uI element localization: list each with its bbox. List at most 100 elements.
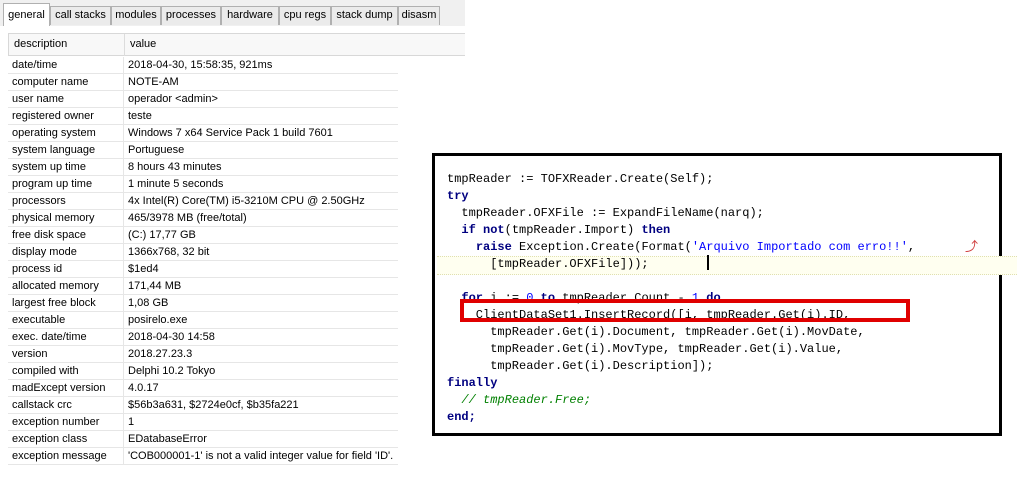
table-row[interactable]: operating system Windows 7 x64 Service Pa… <box>8 125 398 142</box>
table-row[interactable]: compiled with Delphi 10.2 Tokyo <box>8 363 398 380</box>
table-row[interactable]: largest free block 1,08 GB <box>8 295 398 312</box>
general-panel: description value date/time 2018-04-30, 1… <box>0 26 465 480</box>
row-description: physical memory <box>12 212 95 224</box>
code-line-14: // tmpReader.Free; <box>461 393 592 407</box>
table-row[interactable]: registered owner teste <box>8 108 398 125</box>
code-line-10: tmpReader.Get(i).Document, tmpReader.Get… <box>447 325 865 339</box>
table-row[interactable]: callstack crc $56b3a631, $2724e0cf, $b35f… <box>8 397 398 414</box>
row-description: user name <box>12 93 64 105</box>
table-row[interactable]: program up time 1 minute 5 seconds <box>8 176 398 193</box>
code-line-2: try <box>447 189 469 203</box>
row-value: Delphi 10.2 Tokyo <box>128 365 216 377</box>
row-description: largest free block <box>12 297 96 309</box>
row-value: 171,44 MB <box>128 280 182 292</box>
row-description: process id <box>12 263 63 275</box>
grid-header: description value <box>8 33 465 56</box>
tab-stack-dump[interactable]: stack dump <box>331 6 398 25</box>
code-line-13: finally <box>447 376 498 390</box>
row-value: 1,08 GB <box>128 297 169 309</box>
row-value: Windows 7 x64 Service Pack 1 build 7601 <box>128 127 333 139</box>
row-value: 4x Intel(R) Core(TM) i5-3210M CPU @ 2.50… <box>128 195 365 207</box>
row-description: version <box>12 348 48 360</box>
row-description: processors <box>12 195 66 207</box>
column-header-description[interactable]: description <box>14 38 67 50</box>
tab-modules[interactable]: modules <box>111 6 161 25</box>
table-row[interactable]: exception number 1 <box>8 414 398 431</box>
info-grid: description value date/time 2018-04-30, 1… <box>8 33 465 465</box>
table-row[interactable]: allocated memory 171,44 MB <box>8 278 398 295</box>
row-description: display mode <box>12 246 77 258</box>
table-row[interactable]: executable posirelo.exe <box>8 312 398 329</box>
column-header-value[interactable]: value <box>130 38 156 50</box>
row-description: compiled with <box>12 365 79 377</box>
row-description: system language <box>12 144 96 156</box>
table-row[interactable]: computer name NOTE-AM <box>8 74 398 91</box>
row-value: 2018.27.23.3 <box>128 348 193 360</box>
tab-disasm[interactable]: disasm <box>398 6 440 25</box>
code-line-3: tmpReader.OFXFile := ExpandFileName(narq… <box>447 206 764 220</box>
table-row[interactable]: process id $1ed4 <box>8 261 398 278</box>
row-value: NOTE-AM <box>128 76 179 88</box>
row-value: 1 <box>128 416 135 428</box>
code-line-5: raise Exception.Create(Format('Arquivo I… <box>475 240 916 254</box>
tab-general[interactable]: general <box>3 3 50 26</box>
tab-strip: general call stacks modules processes ha… <box>0 0 465 27</box>
code-line-12: tmpReader.Get(i).Description]); <box>447 359 714 373</box>
row-value: $56b3a631, $2724e0cf, $b35fa221 <box>128 399 299 411</box>
column-divider <box>123 57 124 465</box>
row-description: program up time <box>12 178 93 190</box>
row-value: 1366x768, 32 bit <box>128 246 210 258</box>
row-description: exception class <box>12 433 88 445</box>
row-description: allocated memory <box>12 280 99 292</box>
table-row[interactable]: physical memory 465/3978 MB (free/total) <box>8 210 398 227</box>
code-line-1: tmpReader := TOFXReader.Create(Self); <box>447 172 714 186</box>
table-row[interactable]: date/time 2018-04-30, 15:58:35, 921ms <box>8 57 398 74</box>
row-value: 8 hours 43 minutes <box>128 161 222 173</box>
grid-rows: date/time 2018-04-30, 15:58:35, 921ms comp… <box>8 57 465 465</box>
table-row[interactable]: system language Portuguese <box>8 142 398 159</box>
row-value: 2018-04-30 14:58 <box>128 331 215 343</box>
tab-hardware[interactable]: hardware <box>221 6 279 25</box>
error-line-highlight-box <box>460 299 910 322</box>
row-value: (C:) 17,77 GB <box>128 229 196 241</box>
tab-cpu-regs[interactable]: cpu regs <box>279 6 331 25</box>
row-description: madExcept version <box>12 382 106 394</box>
row-description: computer name <box>12 76 89 88</box>
row-description: exception number <box>12 416 100 428</box>
row-description: exception message <box>12 450 107 462</box>
table-row[interactable]: madExcept version 4.0.17 <box>8 380 398 397</box>
code-line-6: [tmpReader.OFXFile])); <box>447 257 649 271</box>
row-description: free disk space <box>12 229 86 241</box>
tab-processes[interactable]: processes <box>161 6 221 25</box>
row-value: posirelo.exe <box>128 314 188 326</box>
row-value: teste <box>128 110 152 122</box>
table-row[interactable]: exception message 'COB000001-1' is not a … <box>8 448 398 465</box>
row-value: 'COB000001-1' is not a valid integer val… <box>128 450 394 462</box>
row-description: operating system <box>12 127 96 139</box>
code-line-15: end; <box>447 410 476 424</box>
row-description: executable <box>12 314 66 326</box>
table-row[interactable]: version 2018.27.23.3 <box>8 346 398 363</box>
table-row[interactable]: exec. date/time 2018-04-30 14:58 <box>8 329 398 346</box>
row-value: 2018-04-30, 15:58:35, 921ms <box>128 59 273 71</box>
row-value: $1ed4 <box>128 263 159 275</box>
table-row[interactable]: processors 4x Intel(R) Core(TM) i5-3210M … <box>8 193 398 210</box>
table-row[interactable]: system up time 8 hours 43 minutes <box>8 159 398 176</box>
tab-call-stacks[interactable]: call stacks <box>50 6 111 25</box>
table-row[interactable]: display mode 1366x768, 32 bit <box>8 244 398 261</box>
row-value: 1 minute 5 seconds <box>128 178 224 190</box>
row-description: date/time <box>12 59 58 71</box>
row-description: registered owner <box>12 110 94 122</box>
code-line-4: if not(tmpReader.Import) then <box>461 223 671 237</box>
code-editor[interactable]: tmpReader := TOFXReader.Create(Self); tr… <box>432 153 1017 436</box>
table-row[interactable]: exception class EDatabaseError <box>8 431 398 448</box>
table-row[interactable]: free disk space (C:) 17,77 GB <box>8 227 398 244</box>
table-row[interactable]: user name operador <admin> <box>8 91 398 108</box>
row-description: exec. date/time <box>12 331 87 343</box>
row-value: 465/3978 MB (free/total) <box>128 212 247 224</box>
row-value: operador <admin> <box>128 93 218 105</box>
row-value: 4.0.17 <box>128 382 159 394</box>
text-cursor <box>707 255 709 270</box>
row-value: Portuguese <box>128 144 185 156</box>
code-line-11: tmpReader.Get(i).MovType, tmpReader.Get(… <box>447 342 844 356</box>
